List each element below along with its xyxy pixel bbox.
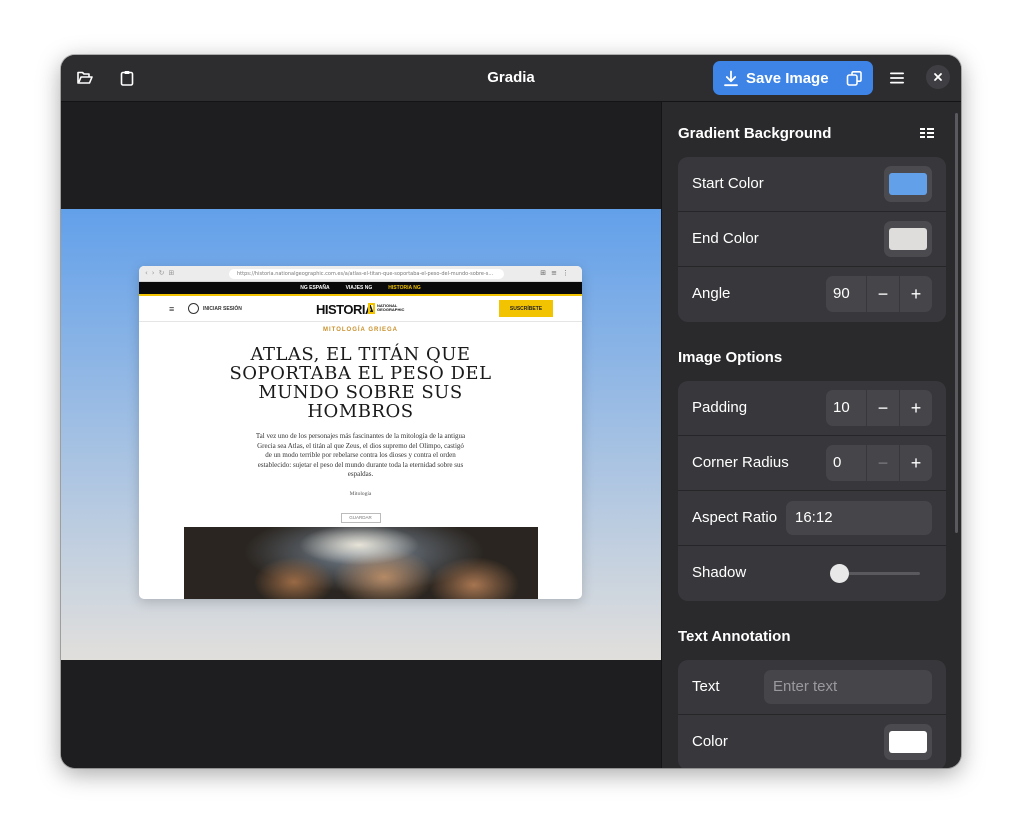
text-annotation-section-title: Text Annotation [678,628,791,645]
padding-row: Padding 10 − + [678,381,946,436]
settings-sidebar: Gradient Background Start Color End Colo… [661,102,961,768]
preview-nav-icons: ‹›↻⊞ [145,269,179,277]
plus-icon: + [910,283,922,304]
preview-save: GUARDAR [340,512,381,523]
save-image-label: Save Image [746,69,829,87]
padding-spinbutton: 10 − + [826,390,932,426]
angle-row: Angle 90 − + [678,267,946,322]
image-options-group: Padding 10 − + Corner Radius 0 − + Aspec… [678,381,946,601]
annotation-text-label: Text [692,678,720,695]
preview-headline: ATLAS, EL TITÁN QUE SOPORTABA EL PESO DE… [229,344,492,422]
minus-icon: − [877,397,889,418]
aspect-ratio-row: Aspect Ratio 16:12 [678,491,946,546]
preview-toolbar-icons: ⊞≡⋮ [540,269,574,277]
angle-spinbutton: 90 − + [826,276,932,312]
preview-menu-icon: ≡ [169,304,175,314]
preview-lead: Tal vez uno de los personajes más fascin… [255,432,466,478]
main-menu-button[interactable] [882,63,912,93]
padding-label: Padding [692,399,748,416]
preview-top-link: HISTORIA NG [388,285,421,291]
end-color-swatch [889,228,927,250]
annotation-color-swatch [889,731,927,753]
padding-increment-button[interactable]: + [899,390,932,426]
shadow-label: Shadow [692,564,747,581]
folder-open-icon [77,71,93,84]
preview-logo-frame-icon [368,303,375,314]
annotation-color-row: Color [678,715,946,768]
preview-tag: Mitología [349,490,372,497]
end-color-row: End Color [678,212,946,267]
paste-button[interactable] [112,63,142,93]
preview-url: https://historia.nationalgeographic.com.… [229,269,504,279]
presets-grid-icon [920,128,934,138]
corner-radius-label: Corner Radius [692,454,789,471]
gradient-preview: ‹›↻⊞ https://historia.nationalgeographic… [61,209,661,660]
open-file-button[interactable] [70,63,100,93]
corner-radius-increment-button[interactable]: + [899,445,932,481]
minus-icon: − [877,452,889,473]
annotation-color-label: Color [692,733,728,750]
preview-subscribe: SUSCRÍBETE [499,300,553,317]
start-color-label: Start Color [692,175,764,192]
gradient-settings-group: Start Color End Color Angle 90 − + [678,157,946,322]
annotation-text-input[interactable]: Enter text [764,670,932,704]
preview-kicker: MITOLOGÍA GRIEGA [322,327,398,333]
end-color-label: End Color [692,230,759,247]
start-color-row: Start Color [678,157,946,212]
angle-increment-button[interactable]: + [899,276,932,312]
angle-value-input[interactable]: 90 [826,276,866,312]
copy-icon [846,70,862,86]
minus-icon: − [877,283,889,304]
text-annotation-group: Text Enter text Color [678,660,946,768]
preview-browser-toolbar: ‹›↻⊞ https://historia.nationalgeographic… [139,266,582,282]
corner-radius-spinbutton: 0 − + [826,445,932,481]
screenshot-preview: ‹›↻⊞ https://historia.nationalgeographic… [139,266,582,599]
close-window-button[interactable] [926,65,950,89]
preview-logo: HISTORIA [316,302,374,317]
gradient-section-title: Gradient Background [678,125,832,142]
preview-top-links: NG ESPAÑA VIAJES NG HISTORIA NG [139,282,582,296]
preview-top-link: NG ESPAÑA [300,285,330,291]
download-icon [724,70,738,86]
header-bar: Gradia Save Image [61,55,961,102]
shadow-row: Shadow [678,546,946,601]
end-color-button[interactable] [884,221,932,257]
save-image-button[interactable]: Save Image [713,61,835,95]
aspect-ratio-label: Aspect Ratio [692,509,778,526]
app-window: Gradia Save Image ‹›↻⊞ https://historia.… [61,55,961,768]
preview-login: INICIAR SESIÓN [203,306,242,312]
presets-button[interactable] [920,126,934,144]
padding-value-input[interactable]: 10 [826,390,866,426]
padding-decrement-button[interactable]: − [866,390,899,426]
save-button-group: Save Image [713,61,873,95]
image-options-section-title: Image Options [678,349,783,366]
annotation-text-row: Text Enter text [678,660,946,715]
sidebar-scrollbar[interactable] [955,113,958,533]
image-canvas: ‹›↻⊞ https://historia.nationalgeographic… [61,102,661,768]
angle-decrement-button[interactable]: − [866,276,899,312]
plus-icon: + [910,397,922,418]
hamburger-menu-icon [890,72,904,84]
start-color-swatch [889,173,927,195]
close-icon [934,73,942,81]
preview-top-link: VIAJES NG [345,285,373,291]
preview-site-header: ≡ INICIAR SESIÓN HISTORIA NATIONAL GEOGR… [139,296,582,322]
start-color-button[interactable] [884,166,932,202]
corner-radius-value-input[interactable]: 0 [826,445,866,481]
preview-user-icon [188,303,199,314]
clipboard-icon [120,71,134,86]
shadow-slider-handle[interactable] [830,564,849,583]
copy-image-button[interactable] [837,61,871,95]
corner-radius-decrement-button[interactable]: − [866,445,899,481]
angle-label: Angle [692,285,731,302]
aspect-ratio-input[interactable]: 16:12 [786,501,932,535]
preview-painting [184,527,538,599]
corner-radius-row: Corner Radius 0 − + [678,436,946,491]
preview-logo-sub: NATIONAL GEOGRAPHIC [377,303,405,312]
plus-icon: + [910,452,922,473]
annotation-color-button[interactable] [884,724,932,760]
